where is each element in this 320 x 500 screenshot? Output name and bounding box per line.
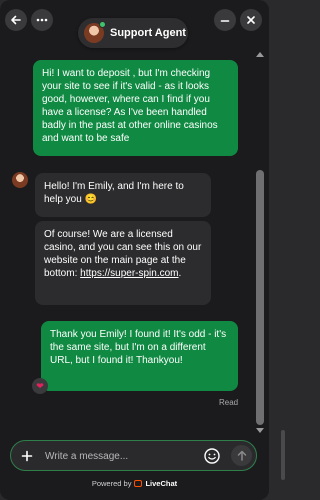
message-text: Thank you Emily! I found it! It's odd - … <box>50 329 227 366</box>
powered-by-label: Powered by <box>91 479 132 488</box>
minimize-icon <box>220 20 230 22</box>
message-text: Hi! I want to deposit , but I'm checking… <box>42 68 218 144</box>
message-user-2: Thank you Emily! I found it! It's odd - … <box>41 321 238 391</box>
livechat-brand[interactable]: LiveChat <box>145 479 177 488</box>
message-agent-1: Hello! I'm Emily, and I'm here to help y… <box>35 173 211 217</box>
message-agent-2: Of course! We are a licensed casino, and… <box>35 221 211 305</box>
arrow-left-icon <box>11 15 21 25</box>
heart-reaction[interactable]: ❤ <box>32 378 48 394</box>
page-background-strip <box>269 0 285 500</box>
agent-info: Support Agent <box>78 18 188 48</box>
send-button[interactable] <box>231 445 252 466</box>
arrow-up-icon <box>237 450 246 461</box>
read-receipt: Read <box>219 398 239 407</box>
license-link[interactable]: https://super-spin.com <box>80 268 178 279</box>
agent-avatar-small <box>12 172 28 188</box>
plus-icon <box>21 450 33 462</box>
more-dots-icon <box>36 18 48 22</box>
powered-by: Powered by LiveChat <box>0 479 269 488</box>
heart-icon: ❤ <box>36 380 44 391</box>
agent-avatar <box>84 21 106 43</box>
scrollbar[interactable] <box>255 52 265 436</box>
message-composer <box>10 440 257 471</box>
close-icon <box>247 16 255 24</box>
scroll-down-arrow-icon[interactable] <box>256 428 264 433</box>
scroll-thumb[interactable] <box>256 170 264 425</box>
message-input[interactable] <box>45 447 195 465</box>
livechat-logo-icon <box>134 480 143 487</box>
page-scrollbar[interactable] <box>281 430 285 480</box>
message-user-1: Hi! I want to deposit , but I'm checking… <box>33 60 238 156</box>
attach-button[interactable] <box>17 446 37 466</box>
online-status-dot <box>99 21 106 28</box>
scroll-up-arrow-icon[interactable] <box>256 52 264 57</box>
more-options-button[interactable] <box>31 9 53 31</box>
close-button[interactable] <box>240 9 262 31</box>
agent-name: Support Agent <box>110 27 186 39</box>
chat-header: Support Agent <box>0 0 269 48</box>
minimize-button[interactable] <box>214 9 236 31</box>
message-text: Hello! I'm Emily, and I'm here to help y… <box>44 181 184 205</box>
emoji-icon[interactable] <box>203 447 221 465</box>
chat-window: Support Agent Hi! I want to deposit , bu… <box>0 0 269 500</box>
back-button[interactable] <box>5 9 27 31</box>
message-text-end: . <box>178 268 182 279</box>
